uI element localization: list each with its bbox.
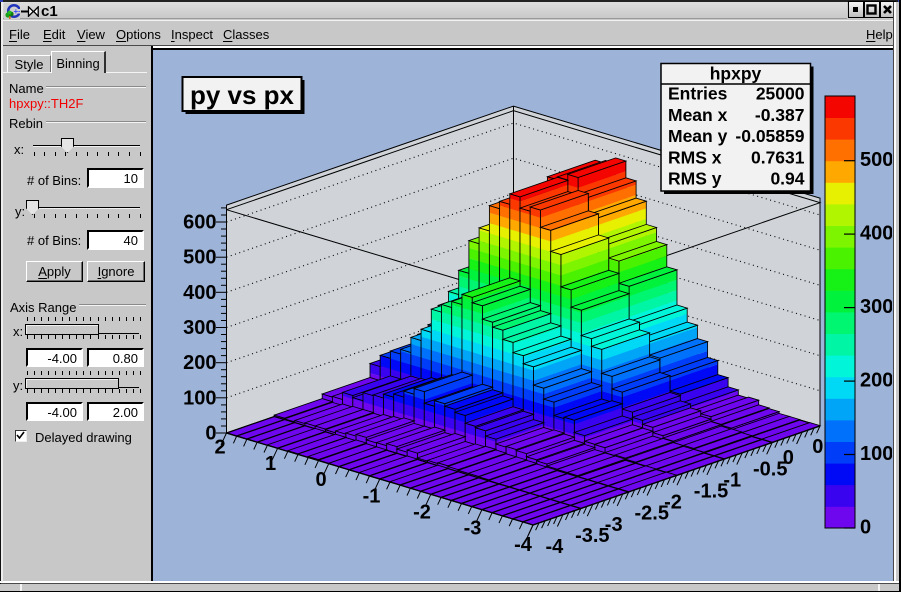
- svg-text:500: 500: [183, 247, 216, 269]
- svg-text:-1: -1: [363, 485, 381, 507]
- svg-text:100: 100: [860, 443, 892, 465]
- svg-text:200: 200: [860, 370, 892, 392]
- svg-text:-4: -4: [546, 536, 565, 558]
- svg-text:Mean y: Mean y: [668, 126, 728, 146]
- svg-text:++: ++: [14, 7, 21, 16]
- svg-text:-2: -2: [664, 492, 682, 514]
- svg-text:0: 0: [860, 517, 871, 539]
- svg-text:-0.387: -0.387: [755, 105, 805, 125]
- svg-text:-3: -3: [605, 514, 623, 536]
- svg-text:-3: -3: [464, 518, 482, 540]
- svg-text:100: 100: [183, 387, 216, 409]
- svg-text:500: 500: [860, 149, 892, 171]
- svg-text:0: 0: [205, 423, 216, 445]
- svg-text:300: 300: [183, 317, 216, 339]
- svg-text:-1: -1: [723, 469, 741, 491]
- svg-text:-0.05859: -0.05859: [735, 126, 804, 146]
- svg-text:Mean x: Mean x: [668, 105, 728, 125]
- svg-text:py vs px: py vs px: [190, 80, 295, 110]
- svg-text:300: 300: [860, 296, 892, 318]
- svg-text:Entries: Entries: [668, 84, 728, 104]
- svg-text:400: 400: [183, 282, 216, 304]
- svg-text:0.94: 0.94: [770, 169, 804, 189]
- svg-text:200: 200: [183, 352, 216, 374]
- svg-text:1: 1: [265, 453, 276, 475]
- svg-text:RMS x: RMS x: [668, 147, 722, 167]
- svg-text:-2: -2: [413, 502, 431, 524]
- svg-text:-4: -4: [514, 534, 533, 556]
- svg-text:0: 0: [315, 469, 326, 491]
- svg-text:hpxpy: hpxpy: [710, 64, 762, 84]
- svg-text:0: 0: [783, 447, 794, 469]
- svg-text:0.7631: 0.7631: [751, 147, 805, 167]
- svg-text:RMS y: RMS y: [668, 169, 722, 189]
- svg-text:400: 400: [860, 223, 892, 245]
- svg-text:600: 600: [183, 212, 216, 234]
- svg-text:25000: 25000: [756, 84, 805, 104]
